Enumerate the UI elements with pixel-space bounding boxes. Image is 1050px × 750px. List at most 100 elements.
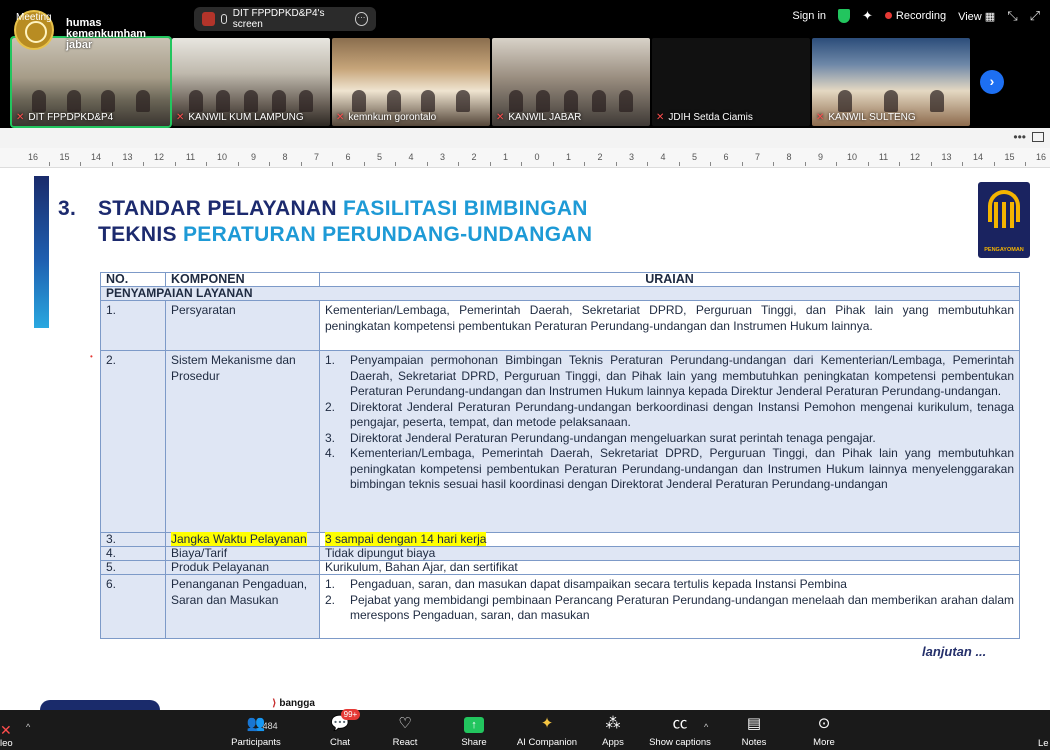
video-tile[interactable]: ✕ KANWIL SULTENG: [812, 38, 970, 126]
ruler-tick-mark: [773, 162, 775, 166]
chat-button[interactable]: 💬 99+ Chat: [305, 709, 375, 748]
header-uraian: URAIAN: [319, 272, 1020, 287]
ruler-tick-mark: [521, 162, 523, 166]
ruler-tick-label: 12: [909, 152, 921, 162]
ministry-emblem-icon: PENGAYOMAN: [978, 182, 1030, 258]
mic-muted-icon: ✕: [656, 112, 665, 123]
ruler-tick-label: 6: [723, 152, 729, 162]
share-button[interactable]: ↑ Share: [439, 714, 509, 748]
participants-label: Participants: [231, 737, 281, 748]
ruler-tick-mark: [237, 162, 239, 166]
start-video-label[interactable]: leo: [0, 738, 13, 749]
next-page-arrow-icon[interactable]: ›: [980, 70, 1004, 94]
leave-label[interactable]: Le: [1038, 738, 1049, 749]
table-header-row: NO. KOMPONEN URAIAN: [100, 272, 1020, 287]
slide: 3. STANDAR PELAYANAN FASILITASI BIMBINGAN…: [0, 168, 1050, 714]
ruler-tick-mark: [489, 162, 491, 166]
title-line2-a: TEKNIS: [98, 223, 183, 246]
ruler-tick-mark: [584, 162, 586, 166]
fullscreen-icon[interactable]: ⤢: [1030, 8, 1040, 24]
chevron-up-icon[interactable]: ^: [704, 722, 708, 732]
participants-button[interactable]: 👥 484 Participants: [221, 714, 291, 748]
video-tile[interactable]: ✕ KANWIL JABAR: [492, 38, 650, 126]
ruler-tick-label: 14: [90, 152, 102, 162]
ruler-tick-label: 6: [345, 152, 351, 162]
list-item: 3. Direktorat Jenderal Peraturan Perundan…: [325, 430, 876, 445]
video-tile[interactable]: ✕ kemnkum gorontalo: [332, 38, 490, 126]
top-right-controls: Sign in ✦ Recording View ▦ ⤡ ⤢: [792, 8, 1040, 24]
ruler-tick-label: 4: [660, 152, 666, 162]
ruler-tick-label: 5: [376, 152, 383, 162]
ai-sparkle-icon[interactable]: ✦: [862, 8, 873, 24]
ruler-tick-mark: [174, 162, 176, 166]
side-panel-icon[interactable]: [1032, 132, 1044, 142]
view-button[interactable]: View ▦: [958, 10, 995, 23]
ruler-tick-label: 1: [502, 152, 509, 162]
ruler-tick-label: 11: [878, 152, 889, 162]
ruler-tick-label: 1: [565, 152, 572, 162]
ruler-tick-label: 5: [691, 152, 698, 162]
ruler-tick-mark: [426, 162, 428, 166]
ruler-tick-mark: [395, 162, 397, 166]
ruler-tick-label: 8: [786, 152, 792, 162]
sign-in-button[interactable]: Sign in: [792, 10, 826, 22]
row-no: 1.: [100, 300, 166, 351]
row-uraian: Tidak dipungut biaya: [319, 546, 1020, 561]
more-options-icon[interactable]: •••: [1013, 130, 1026, 144]
title-number: 3.: [58, 197, 77, 220]
row-uraian: Kurikulum, Bahan Ajar, dan sertifikat: [319, 560, 1020, 575]
ruler-tick-mark: [741, 162, 743, 166]
row-komponen: Biaya/Tarif: [165, 546, 320, 561]
zoom-meeting-window: Meeting humas kemenkumham jabar DIT FPPD…: [0, 0, 1050, 750]
tile-label: ✕ kemnkum gorontalo: [336, 112, 436, 123]
minimize-icon[interactable]: ⤡: [1007, 8, 1017, 24]
ruler-tick-mark: [363, 162, 365, 166]
list-item: 4. Kementerian/Lembaga, Pemerintah Daerah…: [325, 446, 1014, 491]
ruler-tick-mark: [458, 162, 460, 166]
highlighted-text: 3 sampai dengan 14 hari kerja: [325, 532, 487, 546]
list-item: 2. Pejabat yang membidangi pembinaan Pera…: [325, 592, 1014, 623]
recording-indicator[interactable]: Recording: [884, 10, 946, 22]
table-row: 4. Biaya/Tarif Tidak dipungut biaya: [100, 546, 1020, 561]
table-row: 2. Sistem Mekanisme dan Prosedur 1. Penya…: [100, 350, 1020, 533]
security-shield-icon[interactable]: [838, 9, 851, 23]
notes-button[interactable]: ▤ Notes: [719, 714, 789, 748]
react-label: React: [392, 737, 418, 748]
video-tile[interactable]: ✕ DIT FPPDPKD&P4: [10, 36, 172, 128]
more-button[interactable]: ⊙ More: [789, 714, 859, 748]
tile-label: ✕ JDIH Setda Ciamis: [656, 112, 753, 123]
emblem-text: PENGAYOMAN: [984, 247, 1024, 253]
ruler-tick-label: 9: [817, 152, 824, 162]
more-options-icon[interactable]: ⋯: [354, 12, 369, 26]
ruler-tick-label: 14: [972, 152, 984, 162]
more-label: More: [813, 737, 835, 748]
ruler-tick-mark: [647, 162, 649, 166]
header-komponen: KOMPONEN: [165, 272, 320, 287]
ruler-tick-label: 15: [59, 152, 70, 162]
ruler-tick-label: 7: [754, 152, 761, 162]
chevron-up-icon[interactable]: ^: [26, 722, 30, 732]
ai-companion-button[interactable]: ✦ AI Companion: [512, 714, 582, 748]
video-off-icon[interactable]: ✕: [0, 722, 12, 739]
video-tile[interactable]: ✕ JDIH Setda Ciamis: [652, 38, 810, 126]
row-uraian: 1. Pengaduan, saran, dan masukan dapat di…: [319, 574, 1020, 639]
participant-name: KANWIL JABAR: [508, 112, 582, 123]
ruler-tick-label: 13: [122, 152, 133, 162]
ruler-tick-mark: [300, 162, 302, 166]
row-komponen: Persyaratan: [165, 300, 320, 351]
section-label: PENYAMPAIAN LAYANAN: [100, 286, 1020, 301]
apps-button[interactable]: ⁂ Apps: [578, 714, 648, 748]
screen-share-indicator[interactable]: DIT FPPDPKD&P4's screen ⋯: [194, 7, 376, 31]
ruler-tick-label: 10: [216, 152, 228, 162]
sharer-avatar: [202, 12, 216, 26]
ruler-tick-mark: [80, 162, 82, 166]
ruler-tick-label: 2: [471, 152, 477, 162]
react-button[interactable]: ♡ React: [370, 714, 440, 748]
apps-icon: ⁂: [605, 715, 621, 732]
ruler-tick-mark: [269, 162, 271, 166]
mic-muted-icon: ✕: [496, 112, 505, 123]
row-no: 2.: [100, 350, 166, 533]
table-row: 5. Produk Pelayanan Kurikulum, Bahan Aja…: [100, 560, 1020, 575]
video-tile[interactable]: ✕ KANWIL KUM LAMPUNG: [172, 38, 330, 126]
tile-label: ✕ KANWIL JABAR: [496, 112, 581, 123]
